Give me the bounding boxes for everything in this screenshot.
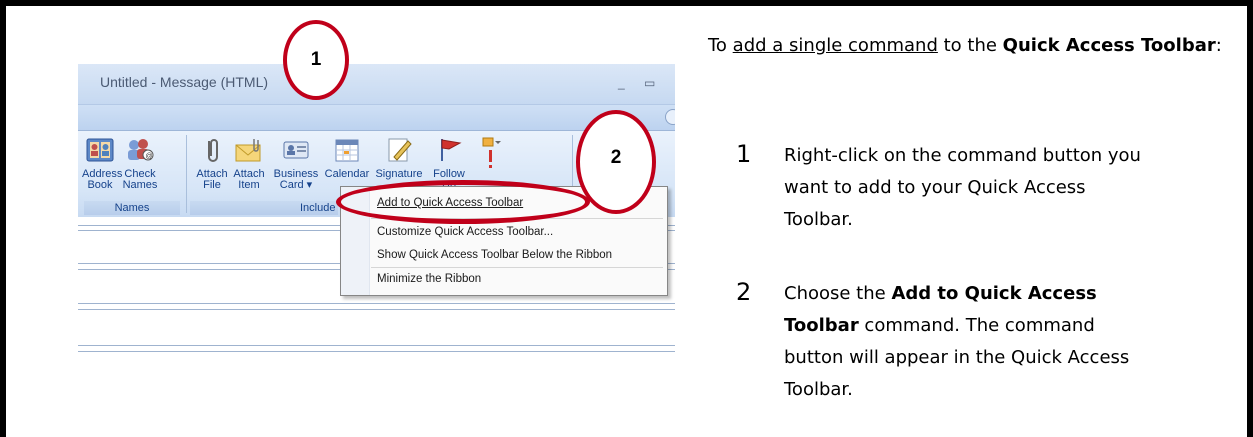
step-number: 2 — [736, 278, 752, 306]
address-book-label-2: Book — [87, 179, 113, 191]
divider — [78, 309, 675, 310]
address-book-button[interactable]: Address Book — [82, 135, 122, 191]
divider — [78, 303, 675, 304]
menu-separator — [371, 267, 663, 268]
attach-file-label-2: File — [203, 179, 221, 191]
attach-item-button[interactable]: Attach Item — [232, 135, 266, 191]
calendar-label: Calendar — [324, 168, 370, 180]
paperclip-icon — [208, 139, 218, 162]
menu-item-minimize-ribbon[interactable]: Minimize the Ribbon — [377, 273, 481, 285]
intro-mid: to the — [937, 35, 1003, 56]
business-card-label-2: Card ▾ — [279, 179, 313, 191]
instructions-panel: To add a single command to the Quick Acc… — [708, 30, 1228, 400]
step-text: Right-click on the command button you wa… — [784, 145, 1141, 230]
signature-icon — [388, 138, 412, 162]
address-book-icon — [86, 138, 114, 162]
attach-item-label-2: Item — [238, 179, 260, 191]
calendar-button[interactable]: Calendar — [324, 135, 370, 180]
flag-icon — [441, 139, 462, 161]
menu-item-customize-qat[interactable]: Customize Quick Access Toolbar... — [377, 226, 553, 238]
divider — [78, 345, 675, 346]
group-label-names: Names — [84, 201, 180, 215]
group-separator — [186, 135, 187, 213]
help-icon[interactable] — [665, 109, 675, 125]
step-number: 1 — [736, 140, 752, 168]
business-card-button[interactable]: Business Card ▾ — [272, 135, 320, 191]
step-text-pre: Choose the — [784, 283, 892, 304]
divider — [78, 351, 675, 352]
group-label-include: Include — [190, 201, 338, 215]
calendar-icon — [335, 139, 359, 162]
check-names-button[interactable]: @ Check Names — [122, 135, 158, 191]
svg-text:@: @ — [146, 153, 153, 160]
importance-buttons[interactable] — [480, 135, 502, 178]
intro-text: To add a single command to the Quick Acc… — [708, 30, 1228, 62]
step-text: Choose the Add to Quick Access Toolbar c… — [784, 278, 1144, 406]
highlight-oval — [336, 180, 590, 224]
maximize-button[interactable]: ▭ — [644, 76, 655, 90]
intro-link: add a single command — [732, 35, 938, 56]
check-names-label-2: Names — [122, 179, 158, 191]
intro-suffix: : — [1215, 35, 1222, 56]
attach-file-button[interactable]: Attach File — [196, 135, 228, 191]
intro-bold: Quick Access Toolbar — [1002, 35, 1216, 56]
intro-prefix: To — [708, 35, 733, 56]
minimize-button[interactable]: _ — [618, 76, 625, 90]
check-names-icon: @ — [128, 139, 154, 161]
window-title: Untitled - Message (HTML) — [100, 74, 269, 90]
business-card-icon — [283, 141, 309, 159]
importance-icon — [482, 137, 501, 168]
callout-badge-1: 1 — [283, 20, 349, 100]
signature-label: Signature — [375, 168, 423, 180]
window-titlebar: Untitled - Message (HTML) _ ▭ — [78, 64, 675, 104]
menu-item-show-qat-below[interactable]: Show Quick Access Toolbar Below the Ribb… — [377, 249, 612, 261]
envelope-icon — [235, 139, 261, 162]
signature-button[interactable]: Signature — [374, 135, 424, 180]
